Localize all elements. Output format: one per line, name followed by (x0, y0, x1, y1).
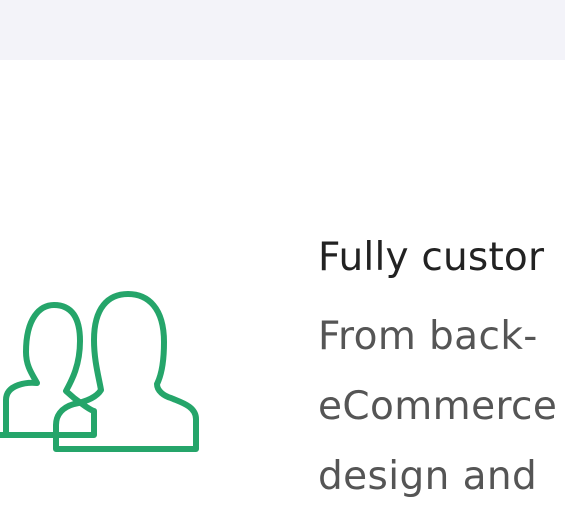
description-line-1: From back- (318, 314, 538, 359)
users-icon (0, 291, 199, 452)
feature-text: Fully custor From back- eCommerce design… (318, 232, 565, 512)
feature-description: From back- eCommerce design and (318, 302, 565, 512)
feature-card: Fully custor From back- eCommerce design… (0, 60, 565, 517)
description-line-2: eCommerce (318, 384, 558, 429)
description-line-3: design and (318, 454, 538, 499)
top-band (0, 0, 565, 60)
feature-title: Fully custor (318, 235, 545, 280)
